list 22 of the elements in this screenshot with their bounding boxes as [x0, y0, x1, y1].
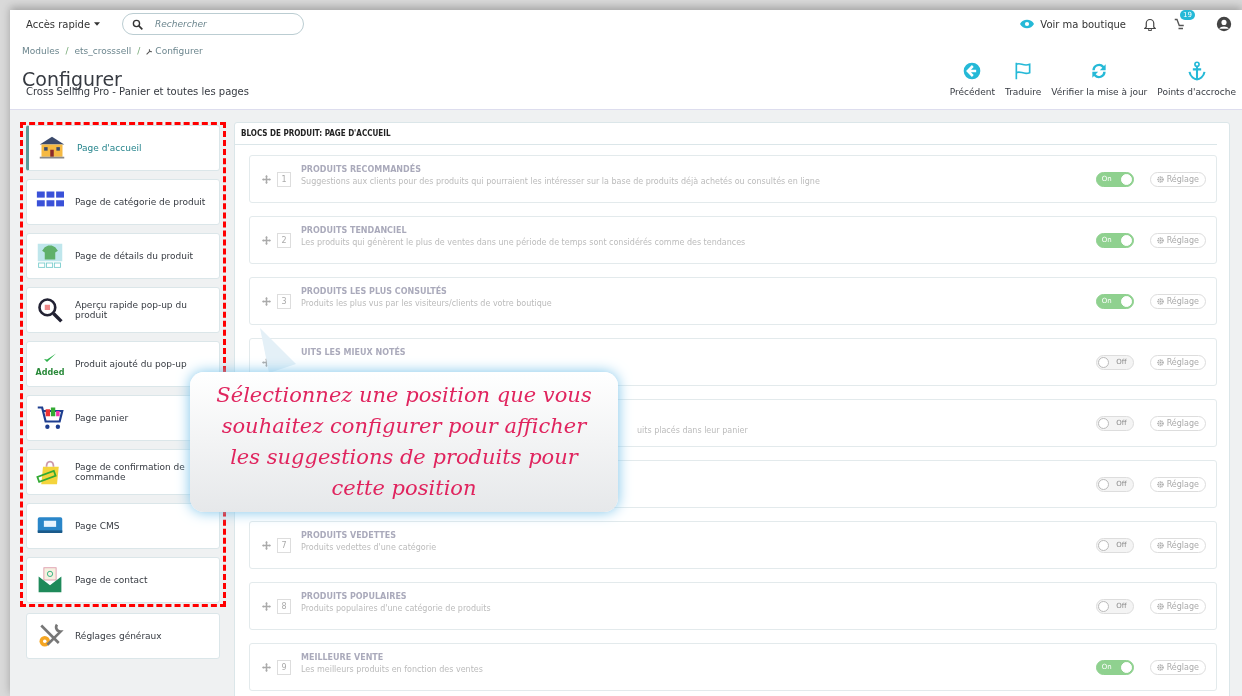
- position-number: 9: [277, 659, 291, 675]
- block-description: uits placés dans leur panier: [637, 426, 749, 435]
- block-title: MEILLEURE VENTE: [301, 653, 385, 662]
- block-description: Produits populaires d'une catégorie de produits: [301, 604, 492, 613]
- position-number: 2: [277, 232, 291, 248]
- block-title: UITS LES MIEUX NOTÉS: [301, 348, 407, 357]
- block-title: PRODUITS LES PLUS CONSULTÉS: [301, 287, 448, 296]
- icon-caption: Added: [35, 367, 65, 377]
- breadcrumb-separator: /: [137, 46, 141, 56]
- page-title: Configurer: [22, 70, 122, 89]
- position-number: 3: [277, 293, 291, 309]
- position-number: 1: [277, 171, 291, 187]
- breadcrumb-separator: /: [65, 46, 69, 56]
- position-number: 8: [277, 598, 291, 614]
- position-number: 7: [277, 537, 291, 553]
- callout-tooltip: Sélectionnez une position que vous souhaitez configurer pour afficher les suggestions de produits pour cette position: [190, 372, 618, 512]
- block-title: PRODUITS POPULAIRES: [301, 592, 408, 601]
- block-description: Produits vedettes d'une catégorie: [301, 543, 438, 552]
- block-title: PRODUITS TENDANCIEL: [301, 226, 408, 235]
- panel-heading: BLOCS DE PRODUIT: PAGE D'ACCUEIL: [235, 123, 1217, 145]
- block-title: PRODUITS RECOMMANDÉS: [301, 165, 422, 174]
- block-title: PRODUITS VEDETTES: [301, 531, 398, 540]
